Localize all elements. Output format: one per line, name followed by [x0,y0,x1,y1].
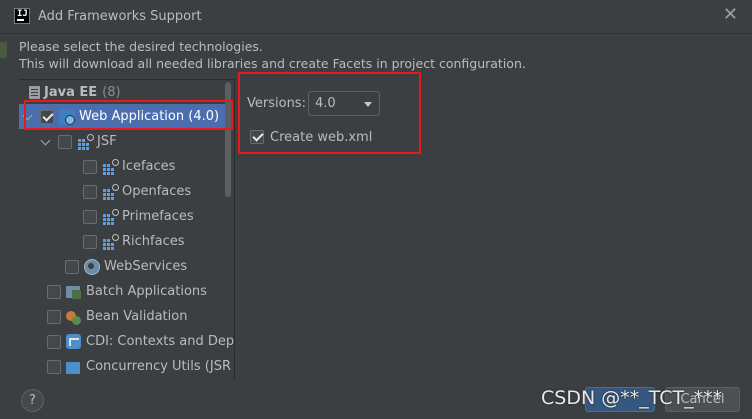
framework-settings-panel [241,79,752,379]
framework-tree[interactable]: Java EE (8) Web Application (4.0) JSF Ic… [19,79,234,379]
tree-item-label: CDI: Contexts and Depend [86,334,234,349]
tree-item-jsf[interactable]: JSF [40,129,117,154]
tree-item-label: Openfaces [122,184,192,199]
batch-icon [66,284,82,300]
tree-item-concurrency-utils[interactable]: Concurrency Utils (JSR 236 [47,354,234,379]
checkbox[interactable] [83,184,97,199]
cdi-icon [66,333,82,350]
jsf-icon [102,208,119,225]
checkbox[interactable] [83,159,97,174]
tree-item-label: Concurrency Utils (JSR 236 [86,359,234,374]
create-webxml-checkbox[interactable] [250,130,264,144]
tree-item-webservices[interactable]: WebServices [65,254,187,279]
tree-item-label: Primefaces [122,209,194,224]
tree-item-label: Bean Validation [86,309,188,324]
description-line-2: This will download all needed libraries … [19,56,526,71]
checkbox[interactable] [40,109,54,124]
tree-scrollbar[interactable] [225,82,231,197]
chevron-down-icon[interactable] [40,136,52,148]
web-module-icon [59,108,75,125]
checkbox[interactable] [65,259,79,274]
checkbox[interactable] [47,359,61,374]
version-value: 4.0 [315,96,336,111]
versions-label: Versions: [247,96,306,111]
tree-item-label: Icefaces [122,159,176,174]
concurrency-icon [66,359,82,375]
checkbox[interactable] [47,284,61,299]
background-editor-accent [0,42,7,58]
dropdown-arrow-icon [364,102,372,107]
intellij-icon: IJ [14,8,30,24]
watermark: CSDN @**_TCT_*** [541,387,723,409]
java-ee-group-icon [29,86,40,99]
jsf-icon [102,158,119,175]
checkbox[interactable] [58,134,72,149]
tree-item-richfaces[interactable]: Richfaces [83,229,185,254]
checkbox[interactable] [83,234,97,249]
checkbox[interactable] [47,309,61,324]
close-icon[interactable]: ✕ [723,6,738,24]
create-webxml-label: Create web.xml [270,129,373,145]
group-label: Java EE [44,85,98,100]
panel-divider [234,79,235,379]
tree-item-label: Web Application (4.0) [79,109,220,124]
jsf-icon [102,183,119,200]
checkbox[interactable] [47,334,61,349]
tree-item-openfaces[interactable]: Openfaces [83,179,191,204]
description-line-1: Please select the desired technologies. [19,39,263,54]
chevron-down-icon[interactable] [22,111,34,123]
bean-icon [66,309,82,325]
globe-icon [84,258,100,275]
tree-group-java-ee: Java EE (8) [25,80,121,105]
group-count: (8) [102,85,121,100]
help-button[interactable]: ? [21,389,44,412]
tree-item-bean-validation[interactable]: Bean Validation [47,304,187,329]
jsf-icon [77,133,94,150]
tree-item-label: WebServices [104,259,188,274]
tree-item-cdi[interactable]: CDI: Contexts and Depend [47,329,234,354]
tree-item-label: Batch Applications [86,284,207,299]
jsf-icon [102,233,119,250]
create-webxml-option[interactable]: Create web.xml [250,128,372,146]
version-select[interactable]: 4.0 [308,91,380,116]
dialog-title: Add Frameworks Support [38,9,202,24]
tree-item-web-application[interactable]: Web Application (4.0) [19,104,225,129]
title-bar: IJ Add Frameworks Support ✕ [0,0,752,34]
tree-item-label: Richfaces [122,234,185,249]
tree-item-primefaces[interactable]: Primefaces [83,204,194,229]
tree-item-label: JSF [97,134,117,149]
tree-item-batch-applications[interactable]: Batch Applications [47,279,207,304]
tree-item-icefaces[interactable]: Icefaces [83,154,175,179]
checkbox[interactable] [83,209,97,224]
